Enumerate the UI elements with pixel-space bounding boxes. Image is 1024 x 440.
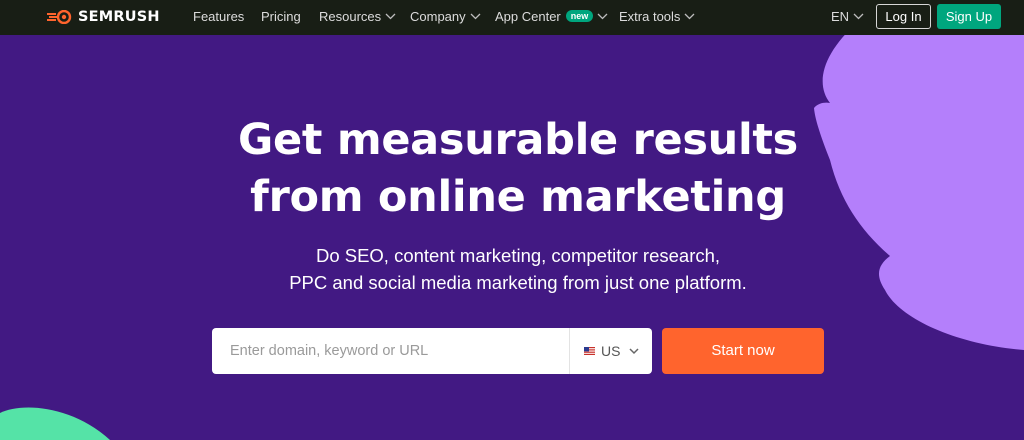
hero-subheading: Do SEO, content marketing, competitor re…: [0, 242, 1024, 296]
chevron-down-icon: [629, 347, 639, 354]
nav-app-center[interactable]: App Center new: [495, 0, 608, 33]
signup-button[interactable]: Sign Up: [937, 4, 1001, 29]
hero-headline-line1: Get measurable results: [238, 115, 798, 165]
nav-resources[interactable]: Resources: [319, 0, 396, 33]
hero-subheading-line1: Do SEO, content marketing, competitor re…: [315, 245, 721, 266]
nav-resources-label: Resources: [319, 9, 382, 24]
top-navigation: SEMRUSH Features Pricing Resources Compa…: [0, 0, 1024, 35]
language-selector[interactable]: EN: [831, 0, 864, 33]
nav-pricing[interactable]: Pricing: [261, 0, 301, 33]
hero-headline-line2: from online marketing: [250, 172, 786, 222]
semrush-logo[interactable]: SEMRUSH: [47, 8, 160, 26]
hero-headline: Get measurable results from online marke…: [0, 112, 1024, 226]
nav-company-label: Company: [410, 9, 466, 24]
nav-extra-tools-label: Extra tools: [619, 9, 681, 24]
country-code: US: [601, 343, 621, 359]
start-now-button[interactable]: Start now: [662, 328, 824, 374]
semrush-fireball-icon: [47, 10, 72, 24]
nav-features[interactable]: Features: [193, 0, 244, 33]
nav-app-center-label: App Center: [495, 9, 561, 24]
login-button[interactable]: Log In: [876, 4, 931, 29]
chevron-down-icon: [684, 13, 695, 20]
green-blob-shape: [0, 407, 110, 440]
brand-name: SEMRUSH: [78, 9, 160, 25]
country-selector[interactable]: US: [570, 328, 652, 374]
language-label: EN: [831, 9, 850, 24]
nav-extra-tools[interactable]: Extra tools: [619, 0, 695, 33]
domain-search-input[interactable]: [212, 328, 568, 374]
chevron-down-icon: [597, 13, 608, 20]
chevron-down-icon: [385, 13, 396, 20]
new-badge: new: [565, 10, 594, 23]
search-box: US: [212, 328, 652, 374]
nav-company[interactable]: Company: [410, 0, 481, 33]
chevron-down-icon: [470, 13, 481, 20]
hero-subheading-line2: PPC and social media marketing from just…: [289, 272, 747, 293]
chevron-down-icon: [853, 13, 864, 20]
us-flag-icon: [584, 347, 595, 355]
